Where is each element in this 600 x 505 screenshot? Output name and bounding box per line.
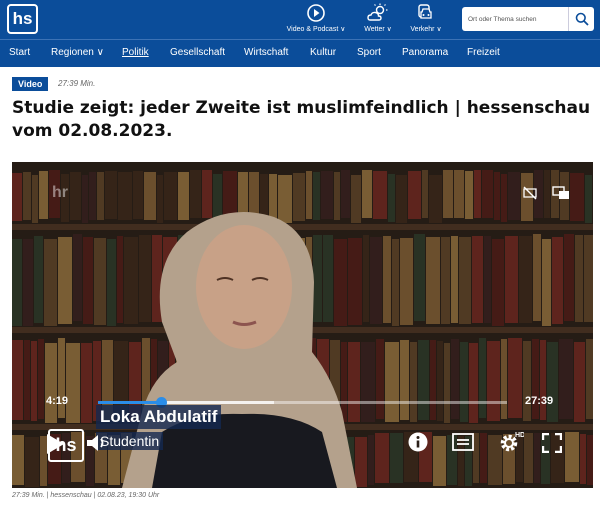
menu-item-freizeit[interactable]: Freizeit (467, 47, 500, 58)
search-button[interactable] (568, 7, 594, 31)
menu-item-politik[interactable]: Politik (122, 47, 149, 58)
menu-item-kultur[interactable]: Kultur (310, 47, 336, 58)
progress-fill (98, 401, 162, 404)
search-box (462, 7, 594, 31)
page-title: Studie zeigt: jeder Zweite ist muslimfei… (12, 98, 591, 141)
settings-gear-icon[interactable]: HD (498, 430, 524, 454)
current-time: 4:19 (46, 395, 69, 407)
subtitles-off-icon[interactable] (522, 186, 538, 200)
picture-in-picture-icon[interactable] (552, 186, 570, 200)
hd-badge: HD (515, 432, 524, 439)
menu-item-start[interactable]: Start (9, 47, 30, 58)
search-input[interactable] (464, 9, 564, 29)
nav-weather[interactable]: Wetter ∨ (358, 3, 398, 33)
menu-item-sport[interactable]: Sport (357, 47, 381, 58)
nav-video-podcast-label: Video & Podcast ∨ (286, 26, 346, 33)
nav-video-podcast[interactable]: Video & Podcast ∨ (284, 3, 348, 33)
menu-item-panorama[interactable]: Panorama (402, 47, 448, 58)
chapters-icon[interactable] (452, 433, 474, 451)
menu-item-gesellschaft[interactable]: Gesellschaft (170, 47, 225, 58)
car-traffic-icon (418, 4, 432, 19)
play-circle-icon (307, 4, 325, 22)
video-meta-line: 27:39 Min. | hessenschau | 02.08.23, 19:… (12, 492, 160, 499)
total-time: 27:39 (525, 395, 554, 407)
search-icon (575, 12, 589, 26)
hs-logo[interactable]: hs (7, 4, 38, 34)
nav-traffic-label: Verkehr ∨ (410, 26, 442, 33)
hs-channel-logo: hs (48, 429, 84, 462)
menu-item-wirtschaft[interactable]: Wirtschaft (244, 47, 288, 58)
video-duration: 27:39 Min. (58, 79, 96, 88)
lower-third-name: Loka Abdulatif (96, 405, 222, 429)
top-header: hs Video & Podcast ∨ Wetter ∨ Verkehr ∨ (0, 0, 600, 39)
video-player[interactable]: hr 4:19 27:39 Loka Abdulatif Studentin h… (12, 162, 593, 488)
volume-icon[interactable] (86, 434, 108, 452)
section-menu: Start Regionen ∨ Politik Gesellschaft Wi… (0, 39, 600, 67)
weather-sun-cloud-icon (367, 3, 388, 21)
video-badge: Video (12, 77, 49, 91)
info-icon[interactable] (408, 432, 428, 452)
menu-item-regionen[interactable]: Regionen ∨ (51, 47, 104, 58)
nav-traffic[interactable]: Verkehr ∨ (406, 3, 446, 33)
hr-watermark: hr (52, 184, 68, 201)
nav-weather-label: Wetter ∨ (364, 26, 392, 33)
fullscreen-icon[interactable] (542, 433, 562, 453)
